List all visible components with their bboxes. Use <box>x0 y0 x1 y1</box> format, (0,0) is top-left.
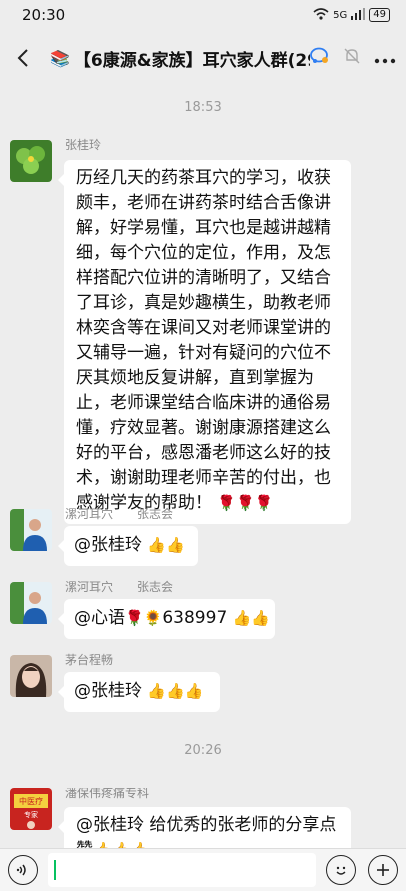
status-icons: 5G 49 <box>313 7 390 23</box>
message-input[interactable] <box>48 853 316 887</box>
time-divider: 20:26 <box>184 743 222 758</box>
message-item: 张桂玲 历经几天的药茶耳穴的学习，收获颇丰，老师在讲药茶时结合舌像讲解，好学易懂… <box>10 138 400 524</box>
back-button[interactable] <box>10 43 36 73</box>
voice-button[interactable] <box>8 855 38 885</box>
clover-avatar-icon <box>10 140 52 182</box>
sender-name: 潘保伟疼痛专科 <box>65 788 150 800</box>
voice-icon <box>16 864 26 876</box>
text-caret <box>54 860 56 880</box>
avatar[interactable] <box>10 140 52 182</box>
svg-text:中医疗: 中医疗 <box>19 796 43 806</box>
avatar[interactable] <box>10 582 52 624</box>
network-type: 5G <box>333 9 348 21</box>
input-bar <box>0 848 406 891</box>
enterprise-icon <box>310 47 330 69</box>
more-options-button[interactable] <box>374 49 396 68</box>
books-icon: 📚 <box>50 48 70 68</box>
message-bubble[interactable]: @张桂玲 给优秀的张老师的分享点赞👍👍👍 <box>58 807 351 848</box>
message-item: 茅台程畅 @张桂玲 👍👍👍 <box>10 653 400 717</box>
mute-bell-icon <box>344 47 360 69</box>
header-actions <box>310 47 396 69</box>
plus-icon <box>377 864 389 876</box>
sender-name: 茅台程畅 <box>65 653 114 667</box>
message-bubble[interactable]: @张桂玲 👍👍 <box>58 526 198 566</box>
battery-icon: 49 <box>369 8 390 22</box>
message-item: 漯河耳穴 张志会 @张桂玲 👍👍 <box>10 507 400 571</box>
message-bubble[interactable]: @张桂玲 👍👍👍 <box>58 672 220 712</box>
group-title: 📚 【6康源&家族】耳穴家人群(296) <box>50 48 310 71</box>
time-divider: 18:53 <box>184 100 222 115</box>
flower-emoji: 🌹🌻 <box>125 609 163 627</box>
avatar[interactable] <box>10 655 52 697</box>
thumbs-up-emoji: 👍👍 <box>232 609 271 627</box>
avatar[interactable] <box>10 509 52 551</box>
chat-header: 📚 【6康源&家族】耳穴家人群(296) <box>0 30 406 86</box>
signal-icon <box>351 7 366 23</box>
sender-name: 漯河耳穴 张志会 <box>65 580 174 594</box>
message-bubble[interactable]: @心语🌹🌻638997 👍👍 <box>58 599 275 639</box>
emoji-button[interactable] <box>326 855 356 885</box>
svg-text:专家: 专家 <box>24 810 38 819</box>
status-bar: 20:30 5G 49 <box>0 0 406 30</box>
avatar[interactable]: 中医疗 专家 <box>10 788 52 830</box>
wifi-icon <box>313 7 329 23</box>
more-functions-button[interactable] <box>368 855 398 885</box>
message-bubble[interactable]: 历经几天的药茶耳穴的学习，收获颇丰，老师在讲药茶时结合舌像讲解，好学易懂，耳穴也… <box>58 160 351 524</box>
thumbs-up-emoji: 👍👍👍 <box>93 841 149 848</box>
message-item: 漯河耳穴 张志会 @心语🌹🌻638997 👍👍 <box>10 580 400 644</box>
sender-name: 漯河耳穴 张志会 <box>65 507 174 521</box>
thumbs-up-emoji: 👍👍 <box>147 536 185 554</box>
status-time: 20:30 <box>22 6 66 24</box>
more-icon <box>374 58 396 63</box>
doctor-banner-avatar-icon: 中医疗 专家 <box>10 788 52 830</box>
back-arrow-icon <box>17 49 28 67</box>
sender-name: 张桂玲 <box>65 138 102 152</box>
message-item: 中医疗 专家 潘保伟疼痛专科 @张桂玲 给优秀的张老师的分享点赞👍👍👍 <box>10 788 400 848</box>
woman-avatar-icon <box>10 655 52 697</box>
person-avatar-icon <box>10 509 52 551</box>
smiley-icon <box>336 866 346 875</box>
thumbs-up-emoji: 👍👍👍 <box>147 682 204 700</box>
person-avatar-icon <box>10 582 52 624</box>
